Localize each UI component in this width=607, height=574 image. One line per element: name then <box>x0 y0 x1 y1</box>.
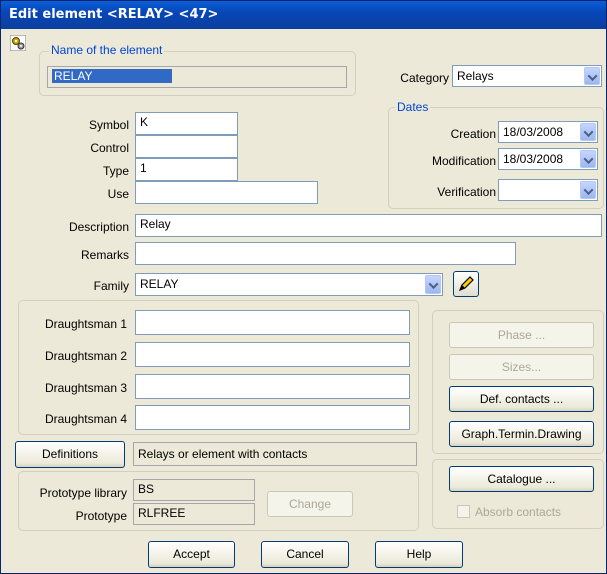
type-field[interactable]: 1 <box>135 158 238 181</box>
chevron-down-icon[interactable] <box>580 123 596 141</box>
symbol-value: K <box>140 115 149 129</box>
draughtsman-label: Draughtsman 3 <box>44 381 127 395</box>
chevron-down-icon[interactable] <box>425 275 441 294</box>
use-label: Use <box>107 187 129 201</box>
prototype-library-label: Prototype library <box>39 486 127 500</box>
remarks-field[interactable] <box>135 242 516 265</box>
family-select[interactable]: RELAY <box>135 273 443 296</box>
type-label: Type <box>102 164 129 178</box>
creation-date-select[interactable]: 18/03/2008 <box>498 121 598 143</box>
family-label: Family <box>93 279 129 293</box>
type-value: 1 <box>140 161 147 175</box>
verification-label: Verification <box>437 185 496 199</box>
prototype-value: RLFREE <box>138 506 186 520</box>
def-contacts-button-label: Def. contacts ... <box>479 392 564 406</box>
graph-termin-drawing-button-label: Graph.Termin.Drawing <box>461 427 582 441</box>
draughtsman-field[interactable] <box>135 342 410 367</box>
phase-button[interactable]: Phase ... <box>449 322 594 348</box>
draughtsman-field[interactable] <box>135 405 410 430</box>
accept-button-label: Accept <box>173 547 210 561</box>
modification-label: Modification <box>431 154 496 168</box>
element-name-field[interactable]: RELAY <box>47 66 347 88</box>
prototype-library-field: BS <box>133 479 255 501</box>
category-select[interactable]: Relays <box>452 65 602 87</box>
draughtsman-label: Draughtsman 1 <box>44 317 127 331</box>
use-field[interactable] <box>135 181 318 204</box>
chevron-down-icon[interactable] <box>584 67 600 85</box>
draughtsman-label: Draughtsman 2 <box>44 349 127 363</box>
creation-label: Creation <box>450 127 496 141</box>
symbol-label: Symbol <box>88 118 129 132</box>
prototype-field: RLFREE <box>133 503 255 525</box>
family-value: RELAY <box>140 277 179 291</box>
prototype-library-value: BS <box>138 482 155 496</box>
change-button[interactable]: Change <box>267 491 353 517</box>
title-bar: Edit element <RELAY> <47> <box>1 1 606 29</box>
category-value: Relays <box>457 69 494 83</box>
sizes-button-label: Sizes... <box>501 360 542 374</box>
description-field[interactable]: Relay <box>135 214 602 237</box>
symbol-field[interactable]: K <box>135 112 238 135</box>
modification-date-value: 18/03/2008 <box>503 152 564 166</box>
edit-family-button[interactable] <box>453 271 479 297</box>
cancel-button[interactable]: Cancel <box>261 541 349 568</box>
pencil-icon <box>458 276 474 292</box>
def-contacts-button[interactable]: Def. contacts ... <box>449 386 594 412</box>
category-label: Category <box>400 71 449 85</box>
control-field[interactable] <box>135 135 238 158</box>
modification-date-select[interactable]: 18/03/2008 <box>498 148 598 170</box>
creation-date-value: 18/03/2008 <box>503 125 564 139</box>
name-group-legend: Name of the element <box>49 43 165 57</box>
change-button-label: Change <box>288 497 332 511</box>
edit-element-dialog: Edit element <RELAY> <47> Name of the el… <box>0 0 607 574</box>
phase-button-label: Phase ... <box>497 328 546 342</box>
help-button-label: Help <box>406 547 432 561</box>
draughtsman-field[interactable] <box>135 310 410 335</box>
prototype-label: Prototype <box>75 509 127 523</box>
definitions-button-label: Definitions <box>41 447 99 461</box>
accept-button[interactable]: Accept <box>148 541 235 568</box>
description-value: Relay <box>140 217 171 231</box>
sizes-button[interactable]: Sizes... <box>449 354 594 380</box>
gears-icon[interactable] <box>9 34 27 52</box>
dates-legend: Dates <box>395 100 431 114</box>
definitions-button[interactable]: Definitions <box>15 441 125 468</box>
definitions-field: Relays or element with contacts <box>133 442 417 466</box>
chevron-down-icon[interactable] <box>580 181 596 199</box>
remarks-label: Remarks <box>80 248 129 262</box>
catalogue-button[interactable]: Catalogue ... <box>449 466 594 492</box>
window-title: Edit element <RELAY> <47> <box>9 7 219 22</box>
absorb-contacts-label: Absorb contacts <box>475 505 562 519</box>
absorb-contacts-checkbox[interactable] <box>457 505 470 518</box>
definitions-value: Relays or element with contacts <box>138 447 308 461</box>
control-label: Control <box>90 141 129 155</box>
verification-date-select[interactable] <box>498 179 598 201</box>
cancel-button-label: Cancel <box>286 547 324 561</box>
chevron-down-icon[interactable] <box>580 150 596 168</box>
description-label: Description <box>68 220 129 234</box>
element-name-value: RELAY <box>52 69 173 83</box>
draughtsman-label: Draughtsman 4 <box>44 412 127 426</box>
catalogue-button-label: Catalogue ... <box>487 472 556 486</box>
draughtsman-field[interactable] <box>135 374 410 399</box>
graph-termin-drawing-button[interactable]: Graph.Termin.Drawing <box>449 421 594 447</box>
help-button[interactable]: Help <box>375 541 463 568</box>
